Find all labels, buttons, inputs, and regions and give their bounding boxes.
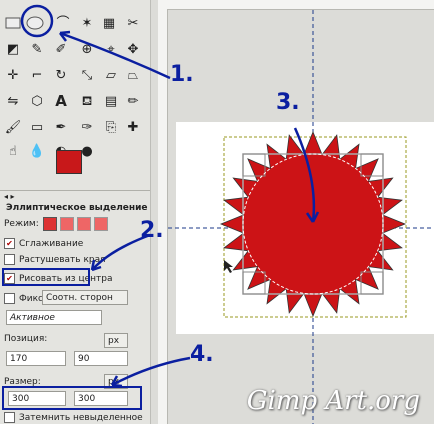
annotation-circle	[20, 4, 54, 38]
annotation-step-4: 4.	[190, 342, 214, 367]
red-star	[219, 130, 407, 318]
arrow-4	[111, 356, 191, 387]
annotation-step-2: 2.	[140, 218, 164, 243]
canvas-overlay	[20, 4, 434, 424]
arrow-1	[59, 31, 171, 80]
annotation-step-1: 1.	[170, 62, 194, 87]
annotation-step-3: 3.	[276, 90, 300, 115]
watermark: Gimp Art.org	[246, 386, 420, 416]
